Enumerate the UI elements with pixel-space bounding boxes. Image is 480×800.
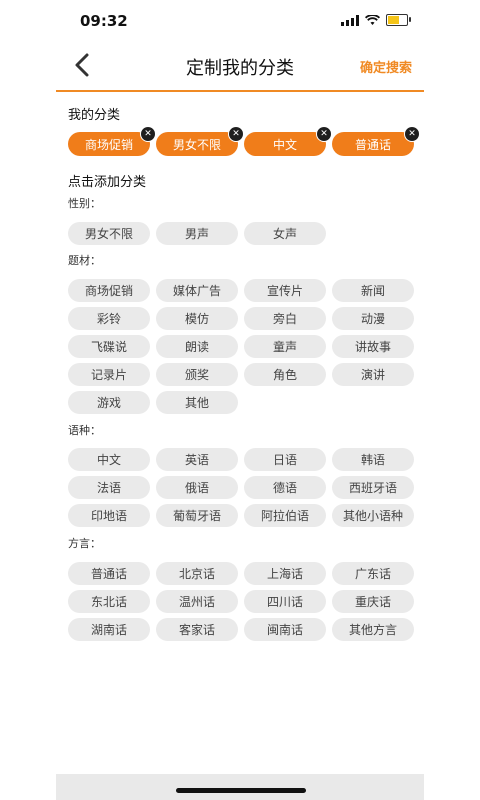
dialect-chip[interactable]: 重庆话 (332, 590, 414, 613)
theme-chip[interactable]: 模仿 (156, 307, 238, 330)
theme-chip[interactable]: 旁白 (244, 307, 326, 330)
dialect-chip[interactable]: 普通话 (68, 562, 150, 585)
theme-chip[interactable]: 其他 (156, 391, 238, 414)
language-options: 中文 英语 日语 韩语 法语 俄语 德语 西班牙语 印地语 葡萄牙语 阿拉伯语 … (68, 448, 414, 527)
right-margin (424, 0, 480, 800)
selected-chip-label: 中文 (272, 137, 297, 152)
remove-icon[interactable]: ✕ (404, 126, 420, 142)
confirm-search-button[interactable]: 确定搜索 (360, 57, 412, 76)
theme-chip[interactable]: 飞碟说 (68, 335, 150, 358)
dialect-chip[interactable]: 湖南话 (68, 618, 150, 641)
language-chip[interactable]: 法语 (68, 476, 150, 499)
selected-chip-label: 商场促销 (84, 137, 133, 152)
dialect-chip[interactable]: 广东话 (332, 562, 414, 585)
theme-chip[interactable]: 新闻 (332, 279, 414, 302)
left-margin (0, 0, 56, 800)
selected-chip-label: 男女不限 (172, 137, 221, 152)
gender-options: 男女不限 男声 女声 (68, 222, 414, 245)
battery-icon (386, 14, 411, 26)
theme-chip[interactable]: 游戏 (68, 391, 150, 414)
my-categories-title: 我的分类 (68, 108, 121, 123)
language-chip[interactable]: 其他小语种 (332, 504, 414, 527)
theme-chip[interactable]: 记录片 (68, 363, 150, 386)
home-indicator[interactable] (176, 788, 306, 793)
language-chip[interactable]: 印地语 (68, 504, 150, 527)
selected-chip-label: 普通话 (354, 137, 391, 152)
app-screen: 09:32 定制我的分类 确定搜索 我的分类 商场促销 ✕ 男女不限 ✕ 中文 … (56, 0, 424, 800)
theme-chip[interactable]: 演讲 (332, 363, 414, 386)
dialect-chip[interactable]: 北京话 (156, 562, 238, 585)
selected-chip[interactable]: 中文 ✕ (244, 126, 332, 156)
language-chip[interactable]: 阿拉伯语 (244, 504, 326, 527)
theme-chip[interactable]: 商场促销 (68, 279, 150, 302)
selected-categories: 商场促销 ✕ 男女不限 ✕ 中文 ✕ 普通话 ✕ (68, 126, 420, 156)
theme-chip[interactable]: 童声 (244, 335, 326, 358)
language-chip[interactable]: 日语 (244, 448, 326, 471)
language-chip[interactable]: 中文 (68, 448, 150, 471)
gender-chip[interactable]: 男女不限 (68, 222, 150, 245)
remove-icon[interactable]: ✕ (316, 126, 332, 142)
dialect-chip[interactable]: 东北话 (68, 590, 150, 613)
dialect-label: 方言： (68, 537, 101, 550)
dialect-chip[interactable]: 上海话 (244, 562, 326, 585)
wifi-icon (365, 14, 380, 25)
dialect-chip[interactable]: 其他方言 (332, 618, 414, 641)
gender-chip[interactable]: 男声 (156, 222, 238, 245)
language-chip[interactable]: 英语 (156, 448, 238, 471)
theme-chip[interactable]: 角色 (244, 363, 326, 386)
dialect-chip[interactable]: 闽南话 (244, 618, 326, 641)
theme-label: 题材： (68, 254, 101, 267)
selected-chip[interactable]: 男女不限 ✕ (156, 126, 244, 156)
language-label: 语种： (68, 424, 101, 437)
gender-label: 性别： (68, 197, 101, 210)
dialect-chip[interactable]: 温州话 (156, 590, 238, 613)
theme-chip[interactable]: 朗读 (156, 335, 238, 358)
signal-icon (341, 14, 359, 26)
language-chip[interactable]: 德语 (244, 476, 326, 499)
language-chip[interactable]: 西班牙语 (332, 476, 414, 499)
selected-chip[interactable]: 商场促销 ✕ (68, 126, 156, 156)
language-chip[interactable]: 俄语 (156, 476, 238, 499)
language-chip[interactable]: 葡萄牙语 (156, 504, 238, 527)
gender-chip[interactable]: 女声 (244, 222, 326, 245)
theme-options: 商场促销 媒体广告 宣传片 新闻 彩铃 模仿 旁白 动漫 飞碟说 朗读 童声 讲… (68, 279, 414, 414)
dialect-options: 普通话 北京话 上海话 广东话 东北话 温州话 四川话 重庆话 湖南话 客家话 … (68, 562, 414, 641)
selected-chip[interactable]: 普通话 ✕ (332, 126, 420, 156)
status-icons (341, 14, 411, 26)
theme-chip[interactable]: 宣传片 (244, 279, 326, 302)
dialect-chip[interactable]: 四川话 (244, 590, 326, 613)
bottom-bar (56, 774, 424, 800)
nav-header: 定制我的分类 确定搜索 (56, 44, 424, 92)
status-time: 09:32 (80, 12, 128, 30)
theme-chip[interactable]: 讲故事 (332, 335, 414, 358)
theme-chip[interactable]: 动漫 (332, 307, 414, 330)
language-chip[interactable]: 韩语 (332, 448, 414, 471)
remove-icon[interactable]: ✕ (140, 126, 156, 142)
theme-chip[interactable]: 媒体广告 (156, 279, 238, 302)
theme-chip[interactable]: 颁奖 (156, 363, 238, 386)
status-bar: 09:32 (56, 0, 424, 40)
theme-chip[interactable]: 彩铃 (68, 307, 150, 330)
add-categories-title: 点击添加分类 (68, 175, 147, 190)
remove-icon[interactable]: ✕ (228, 126, 244, 142)
dialect-chip[interactable]: 客家话 (156, 618, 238, 641)
